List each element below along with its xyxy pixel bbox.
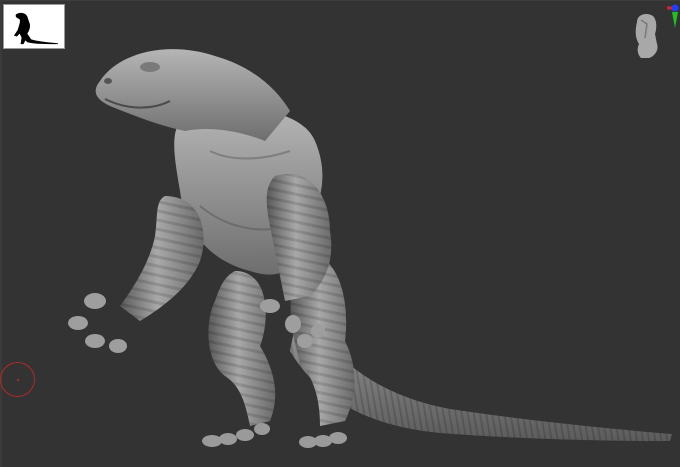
lizard-silhouette-icon xyxy=(13,12,58,45)
document-thumbnail[interactable] xyxy=(3,4,65,49)
brush-cursor xyxy=(0,362,35,397)
rear-foot xyxy=(299,432,347,448)
brush-center-dot xyxy=(17,379,19,381)
head-navigation-gizmo-icon xyxy=(635,4,679,58)
canvas-viewport[interactable] xyxy=(0,0,680,467)
front-foot xyxy=(202,423,270,447)
sculpt-model[interactable] xyxy=(0,1,680,467)
navigation-gizmo[interactable] xyxy=(627,4,680,64)
head xyxy=(95,49,291,141)
left-hand xyxy=(68,293,127,353)
